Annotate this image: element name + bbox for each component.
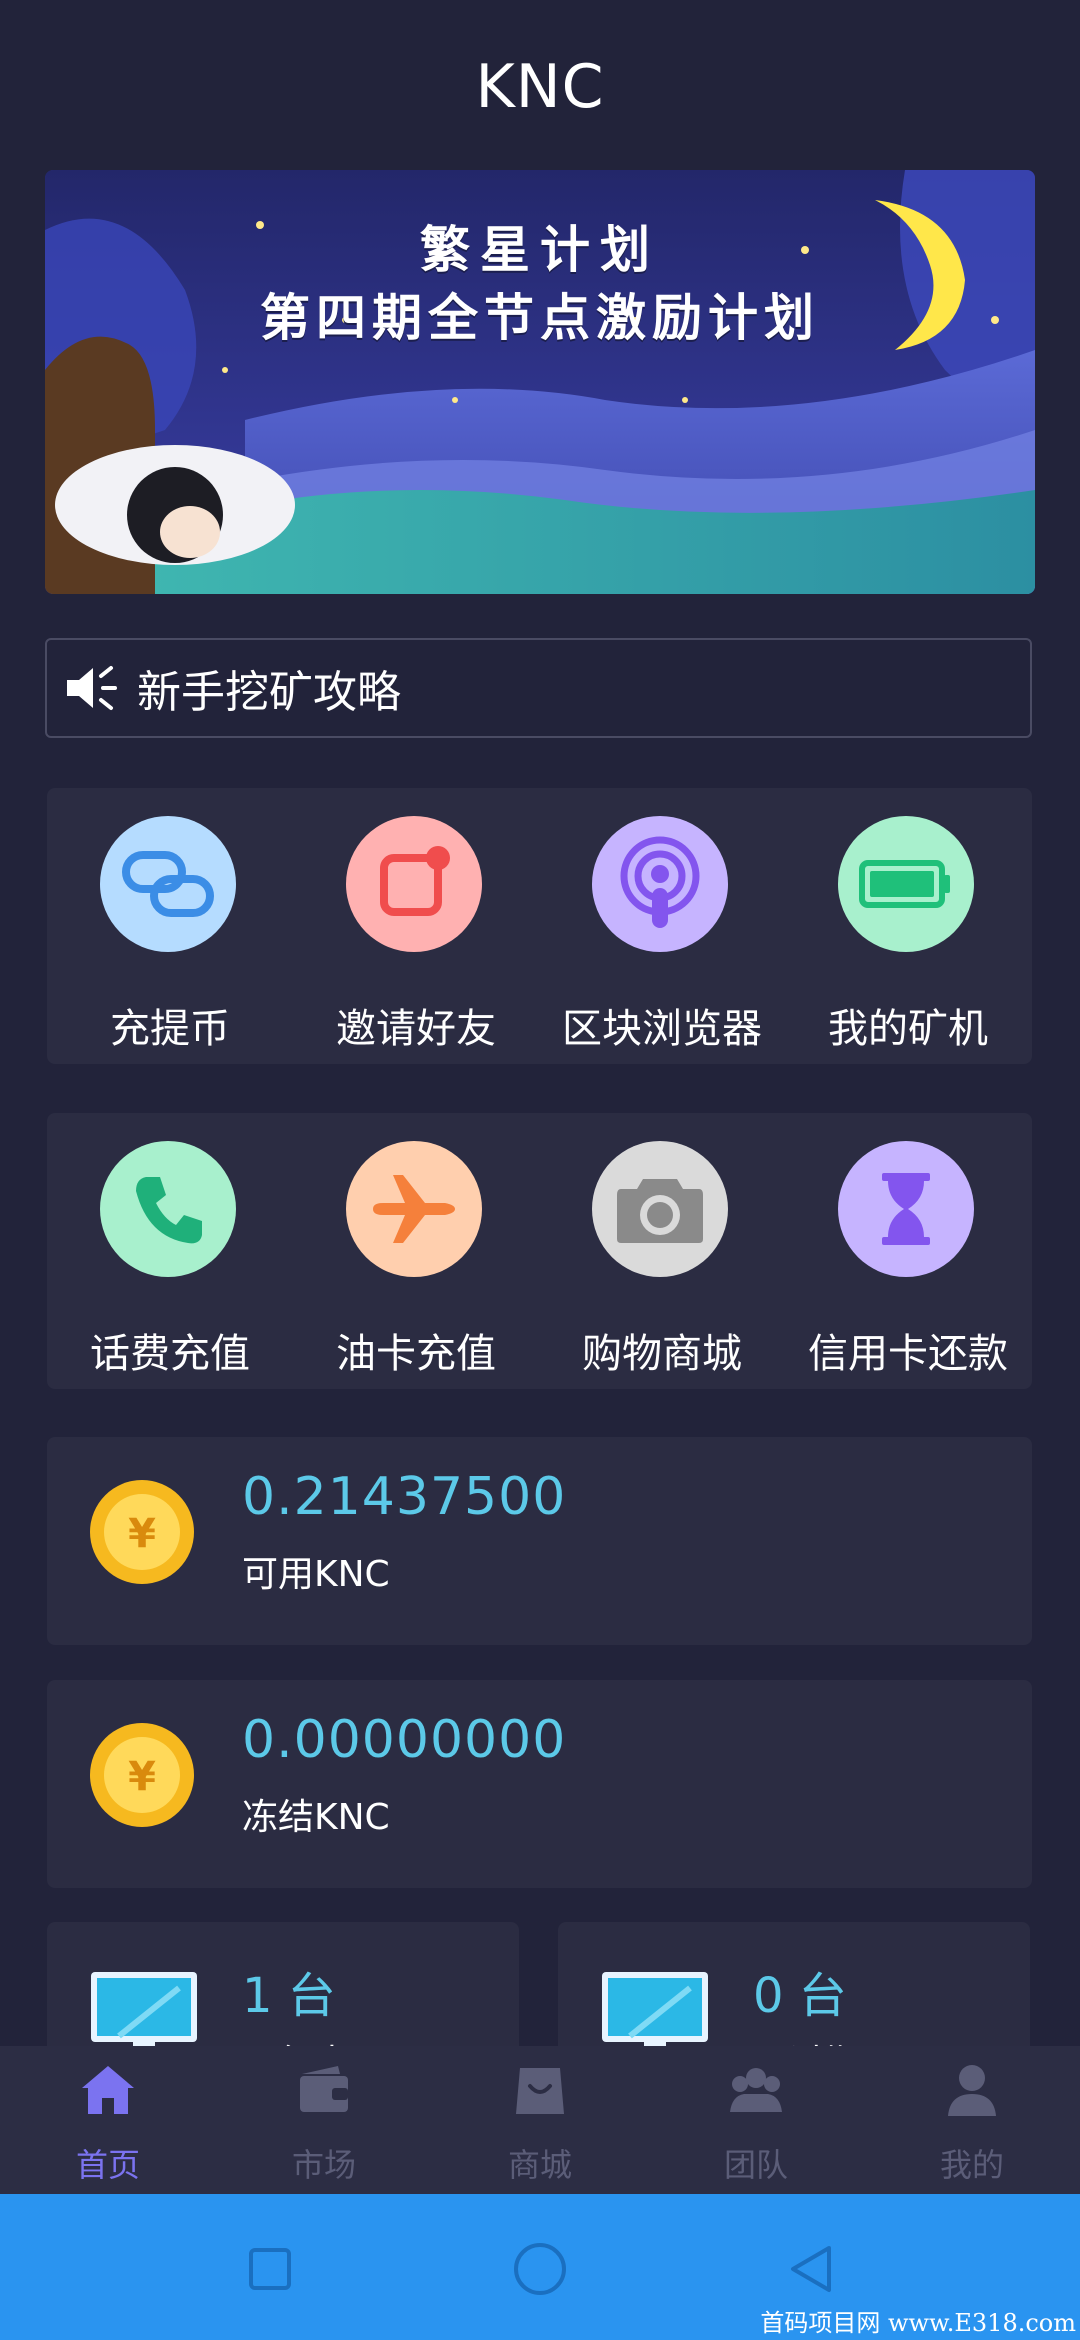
grid-item-deposit-withdraw[interactable]: 充提币 (47, 788, 293, 1064)
speaker-icon (67, 666, 117, 710)
svg-text:¥: ¥ (128, 1754, 156, 1800)
svg-text:¥: ¥ (128, 1511, 156, 1557)
notice-bar[interactable]: 新手挖矿攻略 (45, 638, 1032, 738)
tab-label: 首页 (75, 2146, 140, 2184)
podcast-icon (592, 816, 728, 952)
frozen-balance-value: 0.00000000 (242, 1710, 567, 1770)
promo-banner[interactable]: 繁星计划 第四期全节点激励计划 (45, 170, 1035, 594)
yuan-coin-icon: ¥ (90, 1480, 194, 1584)
banner-title: 繁星计划 (420, 220, 660, 279)
back-button[interactable] (775, 2234, 845, 2304)
grid-item-shopping-mall[interactable]: 购物商城 (539, 1113, 785, 1389)
home-icon (82, 2066, 134, 2114)
grid-item-label: 邀请好友 (336, 1006, 496, 1052)
running-machines-value: 1 台 (242, 1968, 336, 2024)
tab-market[interactable]: 市场 (216, 2046, 432, 2194)
battery-icon (838, 816, 974, 952)
grid-item-phone-recharge[interactable]: 话费充值 (47, 1113, 293, 1389)
tab-home[interactable]: 首页 (0, 2046, 216, 2194)
watermark: 首码项目网 www.E318.com (760, 2309, 1076, 2337)
home-button[interactable] (505, 2234, 575, 2304)
tab-label: 团队 (723, 2146, 788, 2184)
team-icon (730, 2068, 782, 2112)
available-balance-label: 可用KNC (242, 1554, 390, 1595)
bottom-tab-bar: 首页 市场 商城 团队 我的 (0, 2046, 1080, 2194)
balance-card-frozen[interactable]: ¥ 0.00000000 冻结KNC (47, 1680, 1032, 1888)
balance-card-available[interactable]: ¥ 0.21437500 可用KNC (47, 1437, 1032, 1645)
grid-item-label: 充提币 (110, 1006, 230, 1052)
hourglass-icon (838, 1141, 974, 1277)
expired-machines-value: 0 台 (753, 1968, 847, 2024)
available-balance-value: 0.21437500 (242, 1467, 567, 1527)
monitor-icon (602, 1972, 708, 2050)
grid-item-label: 信用卡还款 (808, 1331, 1008, 1377)
grid-item-credit-card-repayment[interactable]: 信用卡还款 (785, 1113, 1031, 1389)
wallet-icon (300, 2066, 348, 2112)
user-icon (948, 2065, 996, 2116)
frozen-balance-label: 冻结KNC (242, 1797, 390, 1838)
grid-item-label: 区块浏览器 (562, 1006, 762, 1052)
tab-team[interactable]: 团队 (648, 2046, 864, 2194)
tab-mall[interactable]: 商城 (432, 2046, 648, 2194)
phone-icon (100, 1141, 236, 1277)
grid-item-label: 购物商城 (582, 1331, 742, 1377)
grid-item-block-explorer[interactable]: 区块浏览器 (539, 788, 785, 1064)
notification-square-icon (346, 816, 482, 952)
camera-icon (592, 1141, 728, 1277)
tab-label: 市场 (291, 2146, 356, 2184)
link-icon (100, 816, 236, 952)
tab-label: 我的 (939, 2146, 1004, 2184)
grid-item-my-miners[interactable]: 我的矿机 (785, 788, 1031, 1064)
tab-mine[interactable]: 我的 (864, 2046, 1080, 2194)
yuan-coin-icon: ¥ (90, 1723, 194, 1827)
shopping-bag-icon (516, 2068, 564, 2114)
airplane-icon (346, 1141, 482, 1277)
notice-text: 新手挖矿攻略 (137, 667, 401, 718)
monitor-icon (91, 1972, 197, 2050)
function-grid-2: 话费充值 油卡充值 购物商城 信用卡还款 (47, 1113, 1032, 1389)
grid-item-label: 我的矿机 (828, 1006, 988, 1052)
grid-item-label: 话费充值 (90, 1331, 250, 1377)
grid-item-fuel-card-recharge[interactable]: 油卡充值 (293, 1113, 539, 1389)
function-grid-1: 充提币 邀请好友 区块浏览器 我的矿机 (47, 788, 1032, 1064)
banner-subtitle: 第四期全节点激励计划 (260, 288, 820, 347)
tab-label: 商城 (507, 2146, 572, 2184)
grid-item-invite-friends[interactable]: 邀请好友 (293, 788, 539, 1064)
system-navigation-bar: 首码项目网 www.E318.com (0, 2194, 1080, 2340)
grid-item-label: 油卡充值 (336, 1331, 496, 1377)
recents-button[interactable] (235, 2234, 305, 2304)
page-title: KNC (475, 52, 605, 122)
